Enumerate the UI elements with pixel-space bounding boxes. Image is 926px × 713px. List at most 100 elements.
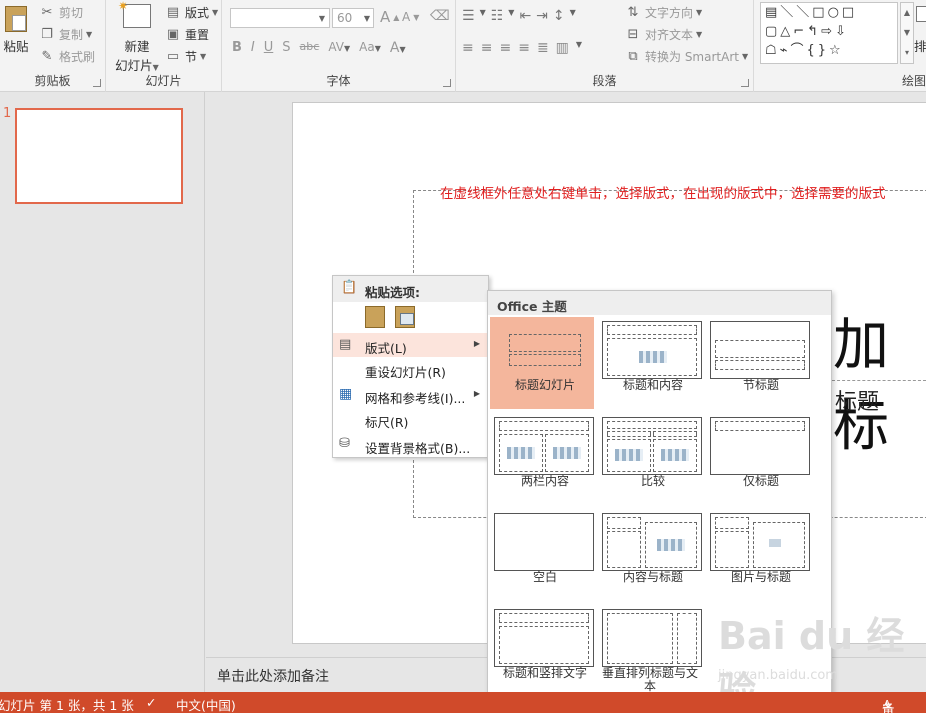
instruction-annotation: 在虚线框外任意处右键单击，选择版式，在出现的版式中，选择需要的版式 bbox=[440, 186, 886, 202]
text-direction-button[interactable]: ⇅ 文字方向 ▼ bbox=[624, 4, 703, 21]
menu-item-ruler[interactable]: 标尺(R) bbox=[333, 407, 488, 431]
font-group: ▼ 60 ▼ A ▲ A ▼ ⌫ B I U S abc AV▼ Aa▼ A▼ 字体 bbox=[222, 0, 456, 92]
slide-subtitle[interactable]: 标题 bbox=[835, 384, 879, 416]
chevron-right-icon: ▶ bbox=[473, 339, 480, 348]
decrease-indent-icon[interactable]: ⇤ bbox=[519, 8, 531, 24]
text-direction-icon: ⇅ bbox=[627, 5, 639, 20]
chevron-down-icon: ▼ bbox=[318, 14, 325, 23]
slide-thumbnail[interactable] bbox=[15, 108, 183, 204]
copy-icon: ❐ bbox=[41, 27, 53, 42]
grow-font-button[interactable]: A ▲ bbox=[380, 8, 399, 26]
layout-title-only[interactable]: 仅标题 bbox=[706, 413, 810, 505]
new-slide-icon: ✷ bbox=[118, 0, 151, 28]
menu-item-grid-guides[interactable]: ▦ 网格和参考线(I)... ▶ bbox=[333, 383, 488, 407]
paste-keep-formatting-icon[interactable] bbox=[365, 306, 385, 328]
chevron-right-icon: ▶ bbox=[473, 389, 480, 398]
shapes-row-3: ☖⌁⌒{}☆ bbox=[765, 43, 844, 58]
align-center-icon[interactable]: ≡ bbox=[481, 40, 493, 56]
arrange-icon bbox=[916, 6, 926, 22]
bullets-icon[interactable]: ☰ bbox=[462, 8, 475, 24]
clear-format-icon[interactable]: ⌫ bbox=[430, 8, 450, 24]
ribbon: 粘贴 ✂ 剪切 ❐ 复制 ▼ ✎ 格式刷 剪贴板 ✷ 新建 幻灯片▼ ▤ 版式 ▼ ▣ 重置 … bbox=[0, 0, 926, 92]
status-bar: 幻灯片 第 1 张，共 1 张 ✓ 中文(中国) ≙ 备注 bbox=[0, 692, 926, 713]
cut-button[interactable]: ✂ 剪切 bbox=[38, 4, 83, 21]
layout-title-content[interactable]: 标题和内容 bbox=[598, 317, 702, 409]
layout-two-content[interactable]: 两栏内容 bbox=[490, 413, 594, 505]
paint-bucket-icon: ⛁ bbox=[339, 436, 350, 451]
shrink-font-button[interactable]: A ▼ bbox=[402, 10, 419, 24]
chevron-down-icon: ▼ bbox=[152, 63, 159, 72]
smartart-button[interactable]: ⧉ 转换为 SmartArt ▼ bbox=[624, 48, 748, 65]
char-spacing-button[interactable]: AV▼ bbox=[328, 40, 350, 56]
copy-button[interactable]: ❐ 复制 ▼ bbox=[38, 26, 92, 43]
paragraph-launcher-icon[interactable] bbox=[741, 79, 749, 87]
clipboard-launcher-icon[interactable] bbox=[93, 79, 101, 87]
change-case-button[interactable]: Aa▼ bbox=[359, 40, 381, 56]
underline-button[interactable]: U bbox=[264, 40, 274, 56]
italic-button[interactable]: I bbox=[251, 40, 255, 56]
chevron-down-icon: ▼ bbox=[200, 52, 207, 61]
office-theme-header: Office 主题 bbox=[488, 291, 831, 315]
menu-item-reset-slide[interactable]: 重设幻灯片(R) bbox=[333, 357, 488, 381]
section-icon: ▭ bbox=[166, 49, 180, 64]
format-painter-button[interactable]: ✎ 格式刷 bbox=[38, 48, 95, 65]
increase-indent-icon[interactable]: ⇥ bbox=[536, 8, 548, 24]
layout-comparison[interactable]: 比较 bbox=[598, 413, 702, 505]
font-launcher-icon[interactable] bbox=[443, 79, 451, 87]
paste-button[interactable]: 粘贴 bbox=[2, 4, 30, 58]
line-spacing-icon[interactable]: ↕ bbox=[553, 8, 565, 24]
notes-placeholder: 单击此处添加备注 bbox=[217, 669, 329, 685]
font-name-select[interactable]: ▼ bbox=[230, 8, 330, 28]
justify-icon[interactable]: ≡ bbox=[518, 40, 530, 56]
chevron-down-icon: ▼ bbox=[212, 8, 219, 17]
drawing-group: ▤＼＼□○□ ▢△⌐↰⇨⇩ ☖⌁⌒{}☆ ▲▼▾ 排列 绘图 bbox=[754, 0, 926, 92]
paste-options-icon: 📋 bbox=[341, 280, 358, 295]
paste-as-picture-icon[interactable] bbox=[395, 306, 415, 328]
arrange-button[interactable]: 排列 bbox=[914, 4, 926, 64]
smartart-icon: ⧉ bbox=[628, 49, 638, 64]
brush-icon: ✎ bbox=[41, 49, 53, 64]
shapes-row-1: ▤＼＼□○□ bbox=[765, 5, 858, 20]
new-slide-button[interactable]: ✷ 新建 幻灯片▼ bbox=[112, 0, 162, 73]
shadow-button[interactable]: S bbox=[282, 40, 290, 56]
columns-icon[interactable]: ▥ bbox=[556, 40, 569, 56]
chevron-down-icon: ▼ bbox=[363, 14, 370, 23]
slide-number: 1 bbox=[3, 106, 12, 121]
shapes-gallery[interactable]: ▤＼＼□○□ ▢△⌐↰⇨⇩ ☖⌁⌒{}☆ bbox=[760, 2, 898, 64]
layout-section-header[interactable]: 节标题 bbox=[706, 317, 810, 409]
section-button[interactable]: ▭ 节 ▼ bbox=[164, 48, 206, 65]
font-size-select[interactable]: 60 ▼ bbox=[332, 8, 374, 28]
layout-blank[interactable]: 空白 bbox=[490, 509, 594, 601]
font-color-button[interactable]: A▼ bbox=[390, 40, 406, 56]
layout-button[interactable]: ▤ 版式 ▼ bbox=[164, 4, 218, 21]
layout-title-vertical-text[interactable]: 标题和竖排文字 bbox=[490, 605, 594, 697]
scissors-icon: ✂ bbox=[41, 5, 53, 20]
paragraph-group: ☰ ▼ ☷ ▼ ⇤ ⇥ ↕ ▼ ≡ ≡ ≡ ≡ ≣ ▥ ▼ ⇅ 文字方向 ▼ ⊟ 对齐文本 ▼ … bbox=[456, 0, 754, 92]
align-left-icon[interactable]: ≡ bbox=[462, 40, 474, 56]
layout-picture-caption[interactable]: 图片与标题 bbox=[706, 509, 810, 601]
strikethrough-button[interactable]: abc bbox=[300, 40, 320, 56]
menu-item-background-format[interactable]: ⛁ 设置背景格式(B)... bbox=[333, 433, 488, 457]
align-right-icon[interactable]: ≡ bbox=[499, 40, 511, 56]
distributed-icon[interactable]: ≣ bbox=[537, 40, 549, 56]
chevron-down-icon: ▼ bbox=[86, 30, 93, 39]
shapes-row-2: ▢△⌐↰⇨⇩ bbox=[765, 24, 849, 39]
layout-vertical-title-text[interactable]: 垂直排列标题与文本 bbox=[598, 605, 702, 697]
watermark-url: jingyan.baidu.com bbox=[718, 668, 838, 683]
clipboard-icon bbox=[5, 6, 27, 32]
align-text-button[interactable]: ⊟ 对齐文本 ▼ bbox=[624, 26, 703, 43]
menu-item-layout[interactable]: ▤ 版式(L) ▶ bbox=[333, 333, 488, 357]
slide-title[interactable]: 加标 bbox=[833, 300, 926, 462]
spellcheck-icon[interactable]: ✓ bbox=[146, 695, 156, 710]
shapes-scroll[interactable]: ▲ ▼ ▾ bbox=[900, 2, 914, 64]
reset-button[interactable]: ▣ 重置 bbox=[164, 26, 209, 43]
align-text-icon: ⊟ bbox=[627, 27, 639, 42]
grid-icon: ▦ bbox=[339, 386, 353, 402]
bold-button[interactable]: B bbox=[232, 40, 242, 56]
layout-title-slide[interactable]: 标题幻灯片 bbox=[490, 317, 594, 409]
layout-icon: ▤ bbox=[166, 5, 180, 20]
layout-content-caption[interactable]: 内容与标题 bbox=[598, 509, 702, 601]
numbering-icon[interactable]: ☷ bbox=[491, 8, 504, 24]
language-status[interactable]: 中文(中国) bbox=[176, 695, 236, 713]
slide-count-status: 幻灯片 第 1 张，共 1 张 bbox=[0, 698, 134, 713]
